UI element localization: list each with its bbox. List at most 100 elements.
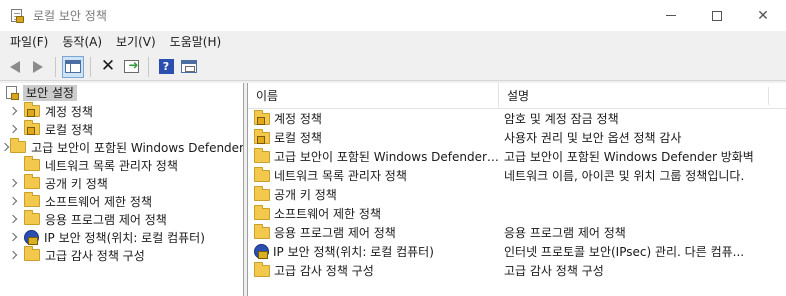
table-row[interactable]: 공개 키 정책 [248,185,786,204]
tree-item-application-control[interactable]: 응용 프로그램 제어 정책 [0,210,243,228]
row-name: 공개 키 정책 [274,188,337,202]
folder-icon [254,167,270,182]
expand-chevron-icon[interactable] [6,198,20,204]
row-name: 로컬 정책 [274,131,322,145]
tree-item-label: 공개 키 정책 [45,176,108,191]
toolbar-separator [148,56,149,77]
folder-icon [254,262,270,277]
table-row[interactable]: IP 보안 정책(위치: 로컬 컴퓨터) 인터넷 프로토콜 보안(IPsec) … [248,242,786,261]
tree-item-ip-security[interactable]: IP 보안 정책(위치: 로컬 컴퓨터) [0,228,243,246]
menu-view[interactable]: 보기(V) [109,32,163,52]
table-row[interactable]: 소프트웨어 제한 정책 [248,204,786,223]
minimize-icon [666,15,676,16]
back-arrow-icon [10,60,20,73]
row-description: 암호 및 계정 잠금 정책 [504,112,619,126]
folder-icon [24,192,40,207]
tree-item-software-restriction[interactable]: 소프트웨어 제한 정책 [0,192,243,210]
maximize-icon [712,10,722,21]
column-divider[interactable] [768,87,769,105]
column-header-description[interactable]: 설명 [498,83,768,109]
expand-chevron-icon[interactable] [6,234,20,240]
folder-lock-icon [254,129,270,144]
console-tree: 보안 설정 계정 정책 로컬 정책 고급 보안이 포함된 Windows Def… [0,83,244,296]
table-row[interactable]: 계정 정책 암호 및 계정 잠금 정책 [248,109,786,128]
close-icon: ✕ [757,7,769,24]
folder-icon [24,246,40,261]
close-button[interactable]: ✕ [740,0,786,31]
folder-lock-icon [254,110,270,125]
forward-button[interactable] [27,56,49,78]
delete-button[interactable]: ✕ [97,56,119,78]
toolbar-separator [90,56,91,77]
tree-item-windows-defender[interactable]: 고급 보안이 포함된 Windows Defender [0,138,243,156]
row-name: 네트워크 목록 관리자 정책 [274,169,407,183]
row-name: 계정 정책 [274,112,322,126]
row-description: 고급 감사 정책 구성 [504,264,604,278]
maximize-button[interactable] [694,0,740,31]
tree-item-account-policy[interactable]: 계정 정책 [0,102,243,120]
row-description: 고급 보안이 포함된 Windows Defender 방화벽 [504,150,754,164]
menu-action[interactable]: 동작(A) [55,32,109,52]
table-row[interactable]: 로컬 정책 사용자 권리 및 보안 옵션 정책 감사 [248,128,786,147]
menu-file[interactable]: 파일(F) [3,32,55,52]
console-tree-icon [65,60,81,73]
row-name: 응용 프로그램 제어 정책 [274,226,396,240]
tree-item-label: 고급 감사 정책 구성 [45,248,145,263]
tree-item-local-policy[interactable]: 로컬 정책 [0,120,243,138]
tree-item-label: 응용 프로그램 제어 정책 [45,212,167,227]
row-description: 사용자 권리 및 보안 옵션 정책 감사 [504,131,682,145]
list-header: 이름 설명 [248,83,786,109]
forward-arrow-icon [33,60,43,73]
expand-chevron-icon[interactable] [6,108,20,114]
details-list: 이름 설명 계정 정책 암호 및 계정 잠금 정책 로컬 정책 사용자 권리 및… [247,83,786,296]
toolbar-separator [55,56,56,77]
tree-item-label: 계정 정책 [45,104,93,119]
folder-icon [24,156,40,171]
column-header-name[interactable]: 이름 [248,83,498,109]
help-icon: ? [158,59,174,74]
help-button[interactable]: ? [155,56,177,78]
folder-icon [10,138,27,153]
row-name: 고급 보안이 포함된 Windows Defender ... [274,150,500,164]
tree-item-label: 로컬 정책 [45,122,93,137]
row-description: 네트워크 이름, 아이콘 및 위치 그룹 정책입니다. [504,169,745,183]
folder-icon [24,174,40,189]
window-title: 로컬 보안 정책 [33,9,107,23]
menu-help[interactable]: 도움말(H) [163,32,229,52]
tree-root-label: 보안 설정 [23,85,77,101]
export-list-icon [123,58,139,73]
folder-lock-icon [24,120,40,135]
toolbar: ✕ ? [0,53,786,81]
security-settings-icon [4,85,20,101]
table-row[interactable]: 고급 감사 정책 구성 고급 감사 정책 구성 [248,261,786,280]
folder-lock-icon [24,102,40,117]
export-list-button[interactable] [120,56,142,78]
ip-security-icon [24,229,39,245]
expand-chevron-icon[interactable] [6,216,20,222]
table-row[interactable]: 고급 보안이 포함된 Windows Defender ... 고급 보안이 포… [248,147,786,166]
tree-item-public-key[interactable]: 공개 키 정책 [0,174,243,192]
expand-chevron-icon[interactable] [6,180,20,186]
folder-icon [24,210,40,225]
table-row[interactable]: 네트워크 목록 관리자 정책 네트워크 이름, 아이콘 및 위치 그룹 정책입니… [248,166,786,185]
show-action-pane-button[interactable] [178,56,200,78]
action-pane-icon [181,60,197,73]
folder-icon [254,205,270,220]
tree-item-label: 소프트웨어 제한 정책 [45,194,152,209]
show-hide-console-tree-button[interactable] [62,55,84,78]
row-description: 응용 프로그램 제어 정책 [504,226,626,240]
tree-item-label: 네트워크 목록 관리자 정책 [45,158,178,173]
tree-item-label: IP 보안 정책(위치: 로컬 컴퓨터) [44,230,205,245]
row-name: 고급 감사 정책 구성 [274,264,374,278]
folder-icon [254,224,270,239]
table-row[interactable]: 응용 프로그램 제어 정책 응용 프로그램 제어 정책 [248,223,786,242]
expand-chevron-icon[interactable] [6,252,20,258]
back-button[interactable] [4,56,26,78]
minimize-button[interactable] [648,0,694,31]
tree-root-security-settings[interactable]: 보안 설정 [0,84,243,102]
expand-chevron-icon[interactable] [2,144,8,150]
expand-chevron-icon[interactable] [6,126,20,132]
folder-icon [254,148,270,163]
tree-item-advanced-audit[interactable]: 고급 감사 정책 구성 [0,246,243,264]
tree-item-network-list-manager[interactable]: 네트워크 목록 관리자 정책 [0,156,243,174]
